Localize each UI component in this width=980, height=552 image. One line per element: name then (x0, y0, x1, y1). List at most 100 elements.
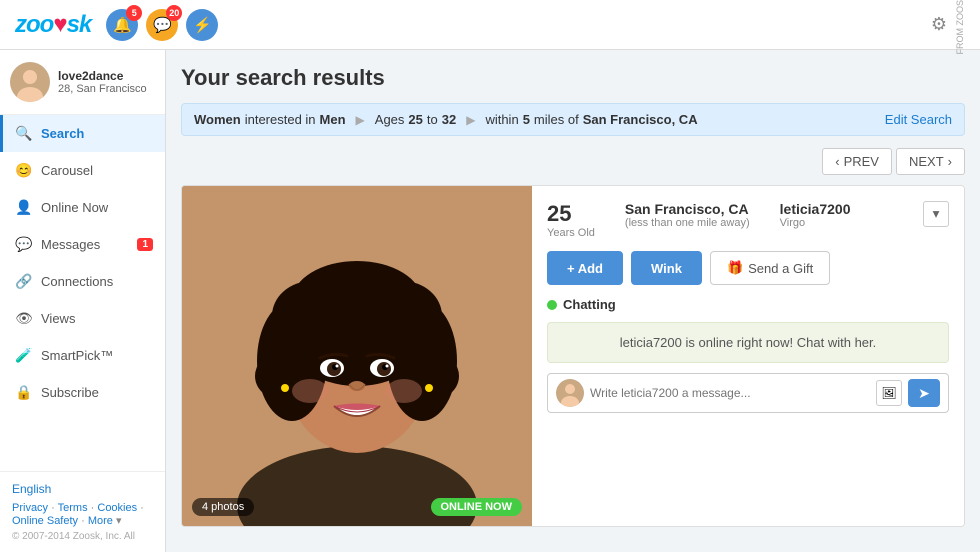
notifications-button[interactable]: 🔔 5 (106, 9, 138, 41)
profile-stats: 25 Years Old San Francisco, CA (less tha… (547, 201, 850, 239)
add-button[interactable]: + Add (547, 251, 623, 285)
notifications-badge: 5 (126, 5, 142, 21)
sidebar-item-online-now[interactable]: 👤 Online Now (0, 189, 165, 226)
filter-interested-in-label: interested in (245, 112, 316, 127)
matches-badge: 20 (166, 5, 182, 21)
sidebar-links: Privacy · Terms · Cookies · Online Safet… (12, 502, 153, 527)
stat-age-value: 25 (547, 201, 595, 227)
send-button[interactable]: ➤ (908, 379, 940, 407)
stat-city-value: San Francisco, CA (625, 201, 750, 217)
filter-arrow-1: ▶ (356, 113, 365, 127)
messages-icon: 💬 (15, 236, 33, 253)
sidebar-item-messages[interactable]: 💬 Messages 1 (0, 226, 165, 263)
sidebar-language[interactable]: English (12, 482, 153, 496)
online-badge: ONLINE NOW (431, 498, 523, 516)
sidebar-item-messages-label: Messages (41, 237, 100, 252)
sidebar-item-smartpick[interactable]: 🧪 SmartPick™ (0, 337, 165, 374)
sidebar-copyright: © 2007-2014 Zoosk, Inc. All (12, 531, 153, 542)
chevron-down-icon: ▾ (933, 206, 940, 222)
carousel-icon: 😊 (15, 162, 33, 179)
profile-image (182, 186, 532, 526)
boost-icon: ⚡ (193, 16, 212, 34)
navbar-left: zoo♥sk 🔔 5 💬 20 ⚡ (15, 9, 218, 41)
sidebar-item-search[interactable]: 🔍 Search (0, 115, 165, 152)
next-button[interactable]: NEXT › (896, 148, 965, 175)
sender-avatar (556, 379, 584, 407)
prev-chevron-icon: ‹ (835, 154, 839, 169)
avatar (10, 62, 50, 102)
chat-status: Chatting (547, 297, 949, 312)
sidebar-bottom: English Privacy · Terms · Cookies · Onli… (0, 471, 165, 552)
filter-age-max: 32 (442, 112, 456, 127)
prev-label: PREV (844, 154, 879, 169)
sidebar-item-smartpick-label: SmartPick™ (41, 348, 113, 363)
filter-ages-label: Ages (375, 112, 405, 127)
sidebar-user-info: love2dance 28, San Francisco (58, 69, 147, 95)
stat-age-label: Years Old (547, 227, 595, 239)
filter-miles-label: miles of (534, 112, 579, 127)
message-input[interactable] (590, 386, 870, 400)
sidebar-item-search-label: Search (41, 126, 84, 141)
sidebar-location: 28, San Francisco (58, 83, 147, 95)
filter-arrow-2: ▶ (466, 113, 475, 127)
sidebar-nav: 🔍 Search 😊 Carousel 👤 Online Now 💬 Messa… (0, 115, 165, 471)
profile-dropdown-button[interactable]: ▾ (923, 201, 949, 227)
next-label: NEXT (909, 154, 944, 169)
connections-icon: 🔗 (15, 273, 33, 290)
photo-count-badge: 4 photos (192, 498, 254, 516)
layout: love2dance 28, San Francisco 🔍 Search 😊 … (0, 50, 980, 552)
views-icon: 👁 (15, 310, 33, 327)
chat-message-box: leticia7200 is online right now! Chat wi… (547, 322, 949, 363)
messages-badge: 1 (137, 238, 153, 251)
more-link[interactable]: More (88, 515, 113, 527)
gift-button[interactable]: 🎁 Send a Gift (710, 251, 830, 285)
subscribe-icon: 🔒 (15, 384, 33, 401)
filter-location: within 5 miles of San Francisco, CA (485, 112, 697, 127)
watermark: FROM ZOOSK (955, 0, 965, 55)
navbar: zoo♥sk 🔔 5 💬 20 ⚡ ⚙ FROM ZOOSK (0, 0, 980, 50)
filter-criteria: Women interested in Men ▶ Ages 25 to 32 … (194, 112, 698, 127)
gift-label: Send a Gift (748, 261, 813, 276)
emoji-icon: 🖼 (881, 386, 896, 400)
privacy-link[interactable]: Privacy (12, 502, 48, 514)
sidebar-item-carousel[interactable]: 😊 Carousel (0, 152, 165, 189)
sidebar-item-subscribe[interactable]: 🔒 Subscribe (0, 374, 165, 411)
profile-info-header: 25 Years Old San Francisco, CA (less tha… (547, 201, 949, 239)
sidebar: love2dance 28, San Francisco 🔍 Search 😊 … (0, 50, 166, 552)
terms-link[interactable]: Terms (58, 502, 88, 514)
profile-photo (182, 186, 532, 526)
profile-image-container: 4 photos ONLINE NOW (182, 186, 532, 526)
sidebar-item-connections[interactable]: 🔗 Connections (0, 263, 165, 300)
sidebar-item-connections-label: Connections (41, 274, 113, 289)
filter-within-label: within (485, 112, 518, 127)
action-buttons: + Add Wink 🎁 Send a Gift (547, 251, 949, 285)
online-safety-link[interactable]: Online Safety (12, 515, 78, 527)
smartpick-icon: 🧪 (15, 347, 33, 364)
sidebar-item-carousel-label: Carousel (41, 163, 93, 178)
sidebar-user: love2dance 28, San Francisco (0, 50, 165, 115)
edit-search-button[interactable]: Edit Search (885, 112, 952, 127)
wink-button[interactable]: Wink (631, 251, 702, 285)
stat-username-value: leticia7200 (780, 201, 851, 217)
stat-username: leticia7200 Virgo (780, 201, 851, 239)
cookies-link[interactable]: Cookies (97, 502, 137, 514)
sidebar-item-subscribe-label: Subscribe (41, 385, 99, 400)
filter-gender: Women interested in Men (194, 112, 346, 127)
filter-distance: 5 (523, 112, 530, 127)
sidebar-item-views[interactable]: 👁 Views (0, 300, 165, 337)
chat-status-label: Chatting (563, 297, 616, 312)
chat-online-dot (547, 300, 557, 310)
emoji-button[interactable]: 🖼 (876, 380, 902, 406)
filter-age-min: 25 (408, 112, 422, 127)
filter-to-label: to (427, 112, 438, 127)
boost-button[interactable]: ⚡ (186, 9, 218, 41)
settings-icon[interactable]: ⚙ (931, 14, 947, 35)
chat-message-text: leticia7200 is online right now! Chat wi… (620, 335, 877, 350)
filter-gender-value: Women (194, 112, 241, 127)
matches-button[interactable]: 💬 20 (146, 9, 178, 41)
nav-icons: 🔔 5 💬 20 ⚡ (106, 9, 218, 41)
filter-location-value: San Francisco, CA (583, 112, 698, 127)
main-content: Your search results Women interested in … (166, 50, 980, 552)
message-input-row: 🖼 ➤ (547, 373, 949, 413)
prev-button[interactable]: ‹ PREV (822, 148, 892, 175)
